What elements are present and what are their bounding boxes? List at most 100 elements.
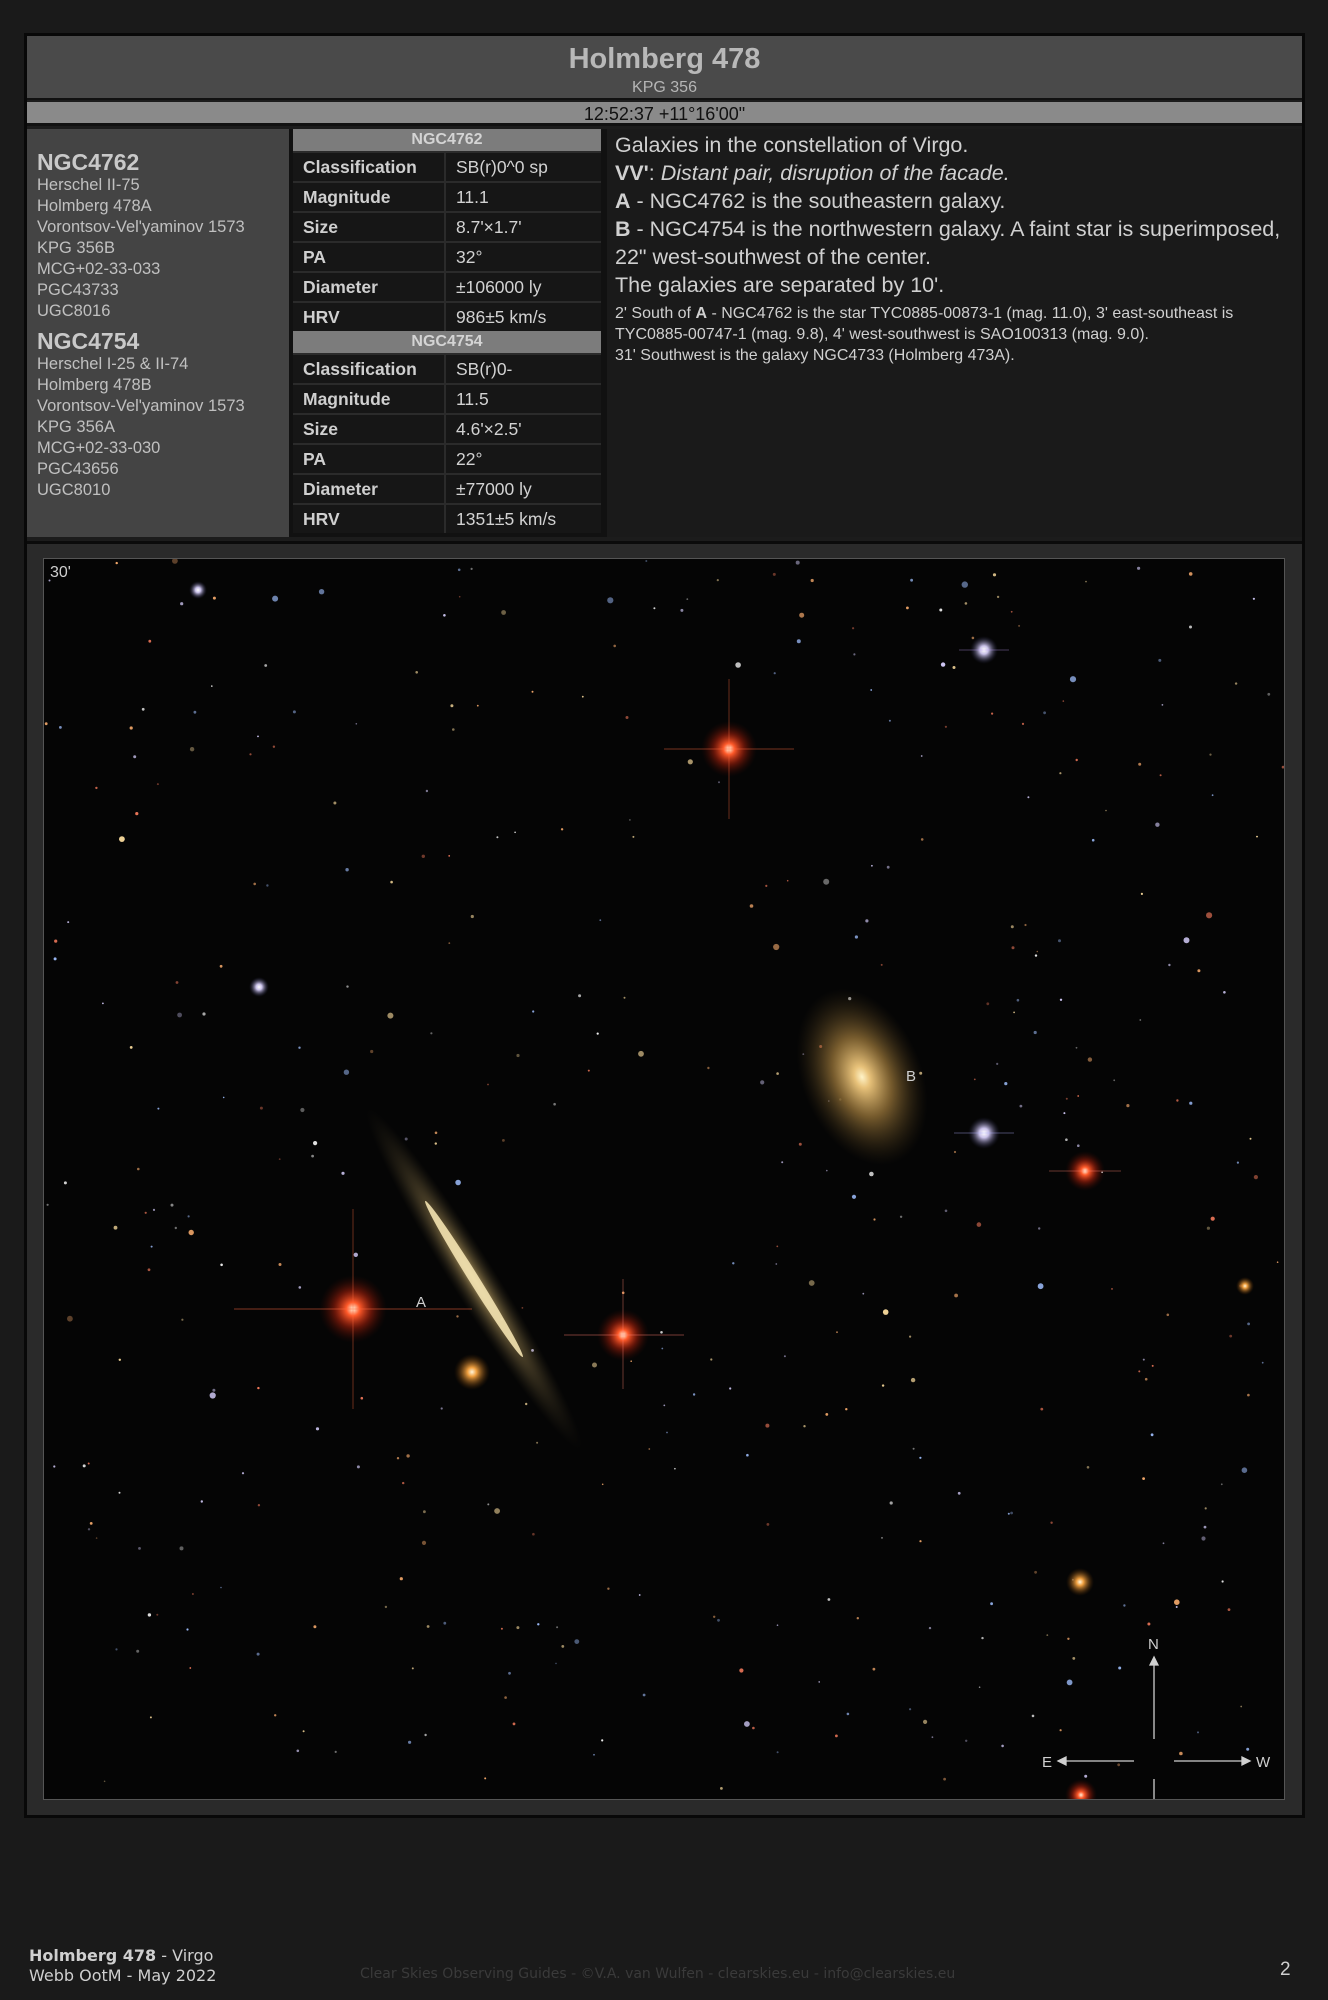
id-line: UGC8010 xyxy=(37,481,111,499)
table-row: Size 8.7'×1.7' xyxy=(293,211,601,241)
faint-star xyxy=(272,595,279,602)
id-line: Herschel II-75 xyxy=(37,176,140,194)
faint-star xyxy=(1038,1227,1041,1230)
faint-star xyxy=(1155,822,1160,827)
faint-star xyxy=(660,1331,663,1334)
faint-star xyxy=(1113,1079,1116,1082)
row-key: Size xyxy=(293,213,446,241)
faint-star xyxy=(642,1693,646,1697)
faint-star xyxy=(1086,1466,1090,1469)
faint-star xyxy=(555,1662,557,1665)
faint-star xyxy=(1227,1608,1231,1611)
faint-star xyxy=(390,880,393,884)
faint-star xyxy=(470,914,474,919)
row-key: Size xyxy=(293,415,446,443)
faint-star xyxy=(272,745,276,748)
row-value: SB(r)0- xyxy=(456,359,513,379)
faint-star xyxy=(991,712,994,715)
image-panel: 30' A B N S E W xyxy=(27,541,1302,1815)
faint-star xyxy=(1161,704,1164,706)
faint-star xyxy=(1016,998,1020,1002)
row-key: PA xyxy=(293,445,446,473)
table-row: Magnitude 11.5 xyxy=(293,383,601,413)
faint-star xyxy=(1118,1666,1122,1670)
faint-star xyxy=(181,1318,184,1321)
faint-star xyxy=(496,836,499,839)
faint-star xyxy=(1267,692,1271,696)
faint-star xyxy=(179,1546,184,1551)
faint-star xyxy=(729,1387,732,1390)
table-ngc4754: NGC4754 Classification SB(r)0- Magnitude 1… xyxy=(293,331,601,533)
faint-star xyxy=(450,704,454,708)
faint-star xyxy=(964,602,968,605)
coordinates: 12:52:37 +11°16'00" xyxy=(27,102,1302,126)
faint-star xyxy=(798,1142,802,1146)
faint-star xyxy=(581,695,584,698)
faint-star xyxy=(46,1203,49,1206)
faint-star xyxy=(476,704,479,707)
faint-star xyxy=(1040,1407,1044,1411)
description: Galaxies in the constellation of Virgo. … xyxy=(607,129,1302,537)
faint-star xyxy=(219,964,223,968)
compass-n: N xyxy=(1148,1636,1159,1653)
faint-star xyxy=(1229,1334,1233,1338)
table-ngc4762: NGC4762 Classification SB(r)0^0 sp Magnit… xyxy=(293,129,601,331)
star xyxy=(454,1354,490,1390)
faint-star xyxy=(1031,1714,1035,1718)
faint-star xyxy=(1179,1751,1183,1756)
faint-star xyxy=(278,1263,282,1266)
faint-star xyxy=(211,685,213,687)
faint-star xyxy=(1236,1161,1239,1164)
scale-label: 30' xyxy=(50,564,71,581)
faint-star xyxy=(443,1621,447,1625)
faint-star xyxy=(1140,892,1143,895)
faint-star xyxy=(470,567,473,570)
id-line: MCG+02-33-030 xyxy=(37,439,161,457)
faint-star xyxy=(1034,954,1038,957)
faint-star xyxy=(1204,1507,1207,1510)
id-line: KPG 356A xyxy=(37,418,115,436)
row-key: Diameter xyxy=(293,475,446,503)
faint-star xyxy=(1043,711,1046,715)
faint-star xyxy=(826,1169,828,1172)
faint-star xyxy=(521,1307,524,1309)
faint-star xyxy=(133,755,137,759)
id-line: Vorontsov-Vel'yaminov 1573 xyxy=(37,218,245,236)
faint-star xyxy=(1142,1358,1145,1361)
faint-star xyxy=(1126,1104,1130,1108)
faint-star xyxy=(102,1002,104,1005)
faint-star xyxy=(406,1454,410,1458)
faint-star xyxy=(186,1628,189,1631)
faint-star xyxy=(869,1171,874,1177)
faint-star xyxy=(886,865,890,869)
faint-star xyxy=(440,1407,443,1410)
faint-star xyxy=(781,1161,784,1164)
faint-star xyxy=(596,1032,599,1035)
faint-star xyxy=(630,1360,632,1362)
faint-star xyxy=(141,707,145,711)
table-row: HRV 1351±5 km/s xyxy=(293,503,601,533)
faint-star xyxy=(1189,625,1192,629)
faint-star xyxy=(601,1739,604,1742)
row-key: Magnitude xyxy=(293,385,446,413)
row-key: Diameter xyxy=(293,273,446,301)
a-label: A xyxy=(615,189,631,213)
faint-star xyxy=(1024,923,1027,927)
faint-star xyxy=(632,835,635,838)
faint-star xyxy=(487,1503,490,1506)
faint-star xyxy=(931,1736,934,1739)
faint-star xyxy=(776,1245,779,1248)
faint-star xyxy=(873,1218,876,1221)
faint-star xyxy=(825,1413,829,1416)
faint-star xyxy=(516,1626,520,1630)
faint-star xyxy=(638,1050,644,1057)
table-row: HRV 986±5 km/s xyxy=(293,301,601,331)
row-key: HRV xyxy=(293,303,446,331)
faint-star xyxy=(67,921,70,924)
faint-star xyxy=(1010,925,1014,929)
faint-star xyxy=(443,614,446,617)
faint-star xyxy=(607,1587,610,1590)
row-key: Classification xyxy=(293,153,446,181)
faint-star xyxy=(661,1347,664,1350)
faint-star xyxy=(200,1500,203,1503)
